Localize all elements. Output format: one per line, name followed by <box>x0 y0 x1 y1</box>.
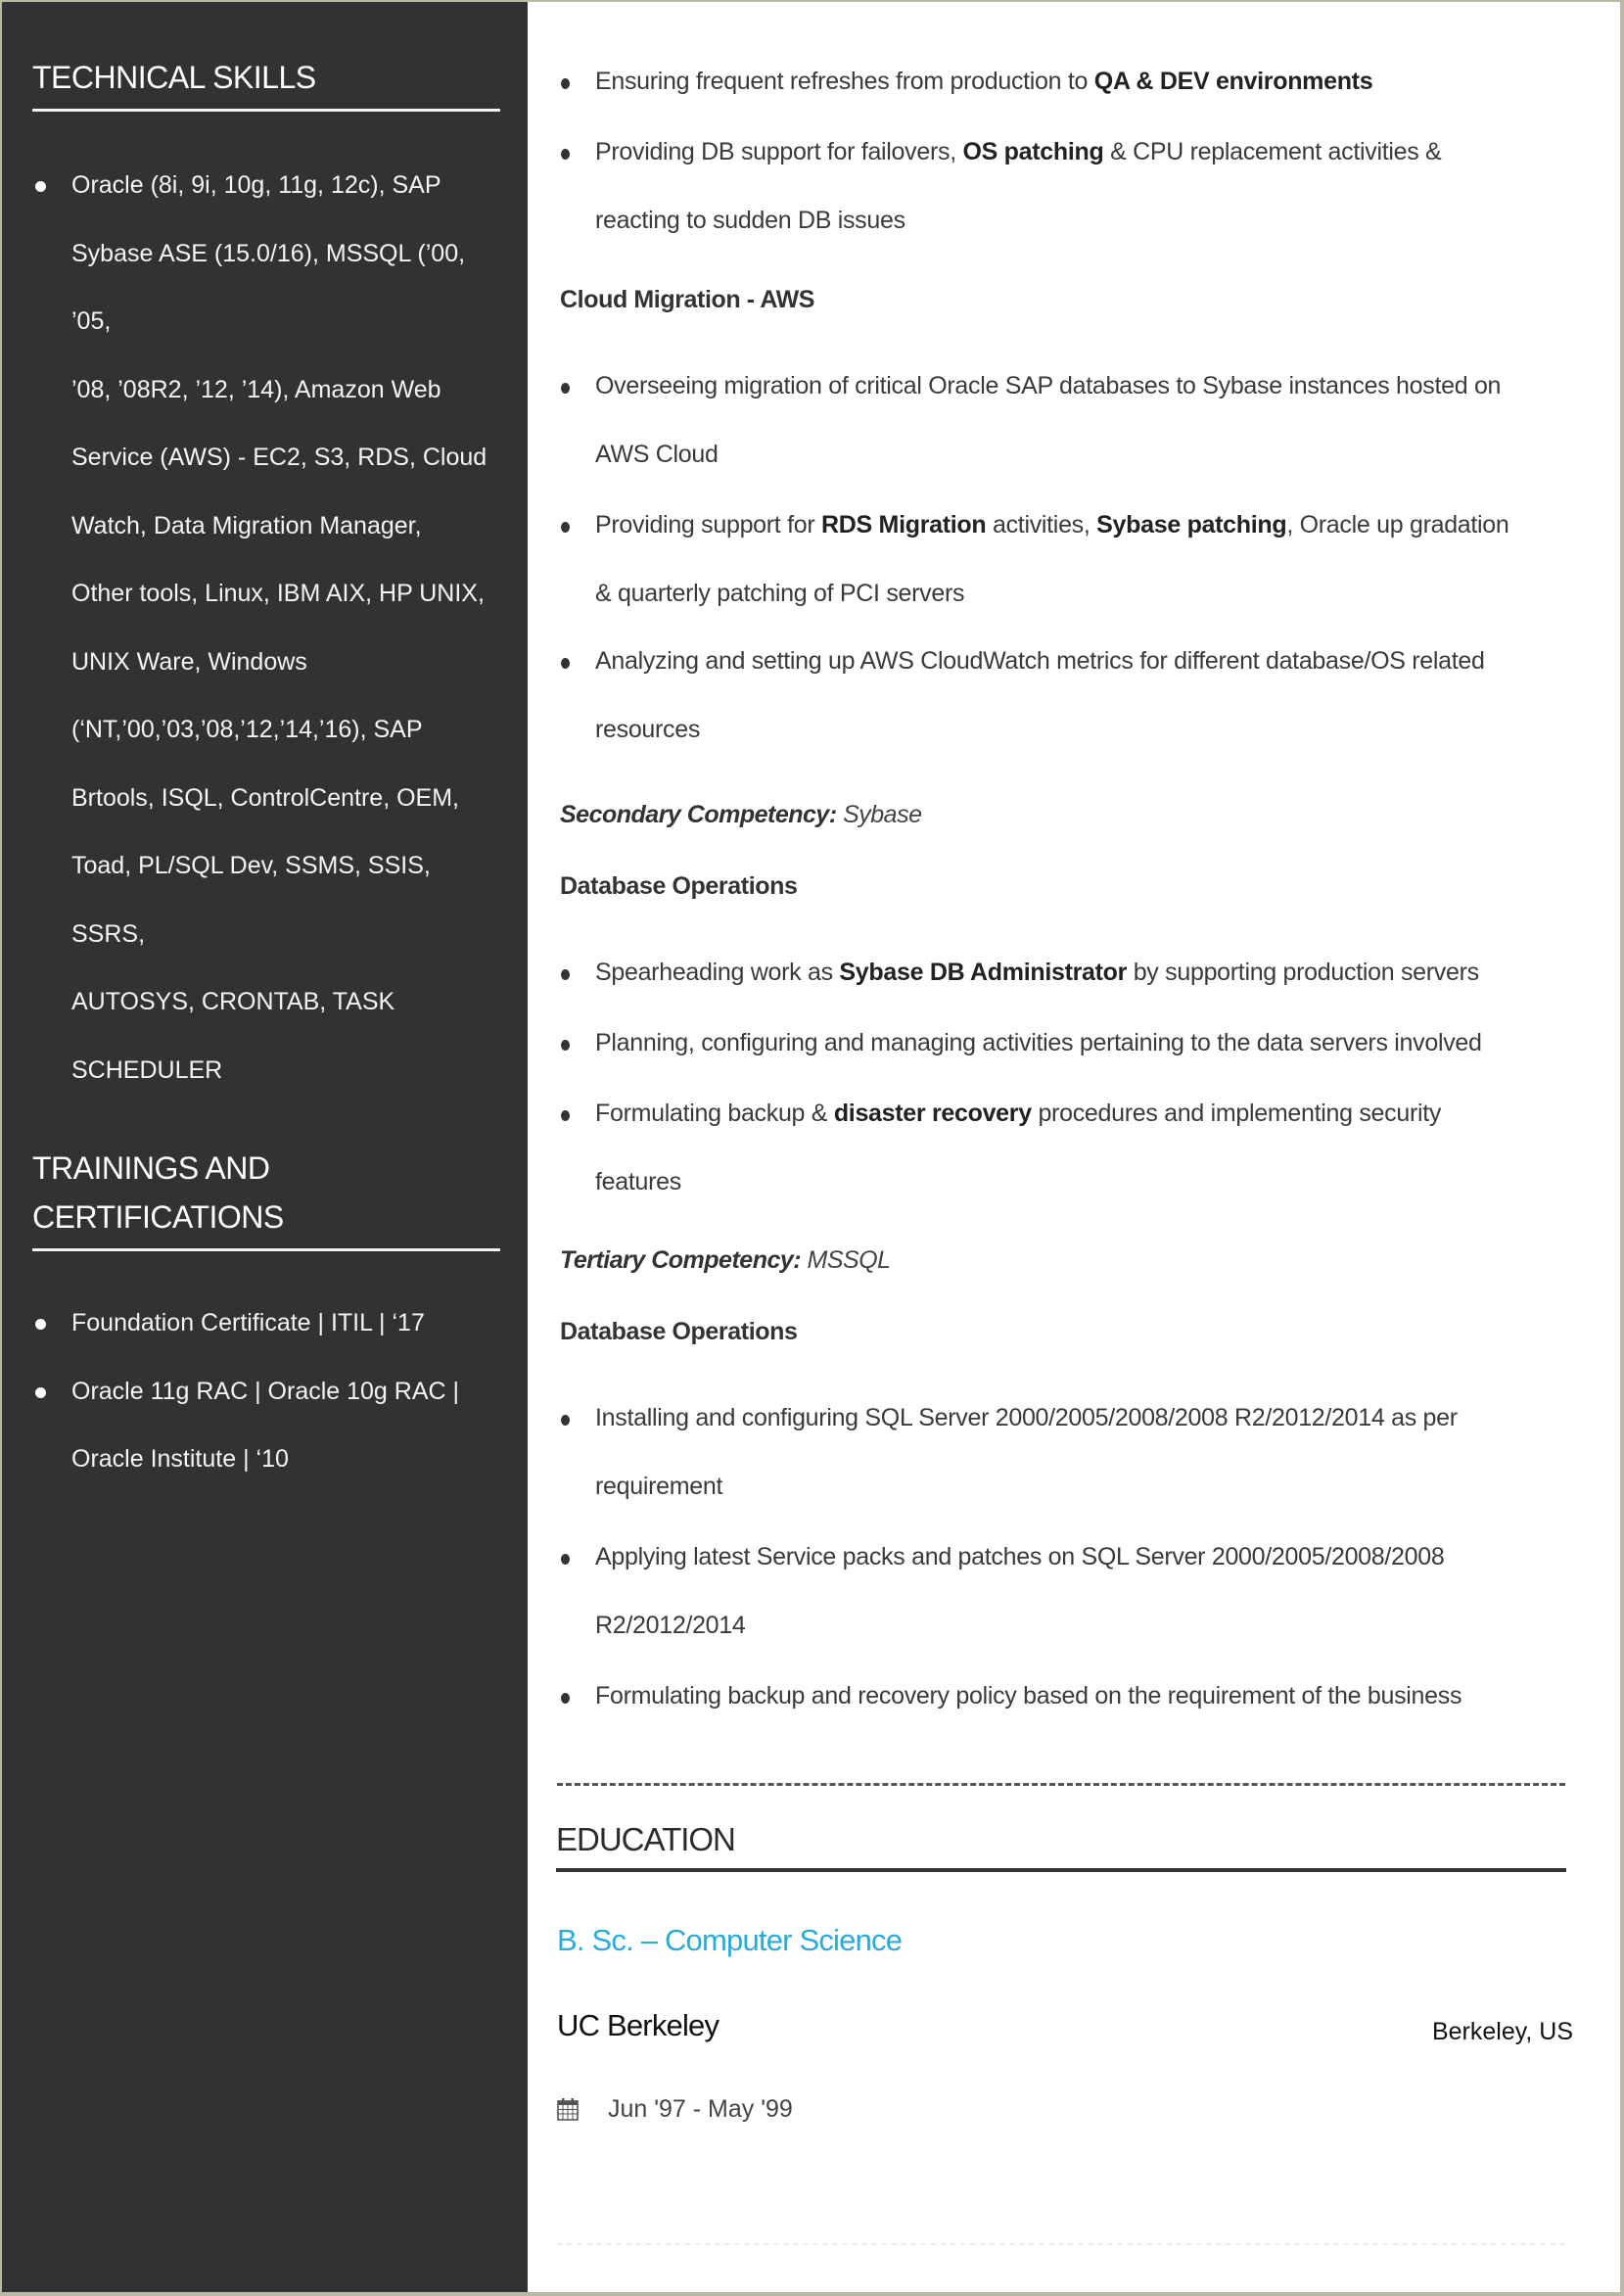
school-name: UC Berkeley <box>557 2008 719 2042</box>
text-span: Providing support for <box>595 511 822 539</box>
text-span: Spearheading work as <box>595 959 840 986</box>
bullet-icon <box>561 78 570 89</box>
text-span: Providing DB support for failovers, <box>595 138 963 165</box>
list-item: Applying latest Service packs and patche… <box>595 1523 1574 1660</box>
list-item: Spearheading work as Sybase DB Administr… <box>595 939 1574 1007</box>
list-item-line: Ensuring frequent refreshes from product… <box>595 48 1574 117</box>
list-item-line: Providing DB support for failovers, OS p… <box>595 118 1574 187</box>
database-operations-heading: Database Operations <box>560 872 798 900</box>
education-heading: EDUCATION <box>556 1821 736 1857</box>
list-item-line: Analyzing and setting up AWS CloudWatch … <box>595 628 1574 696</box>
list-item-line: Planning, configuring and managing activ… <box>595 1009 1574 1078</box>
education-divider <box>556 1868 1566 1872</box>
training-item: Foundation Certificate | ITIL | ‘17 <box>32 1289 498 1358</box>
calendar-icon <box>557 2098 579 2121</box>
list-item-line: Applying latest Service packs and patche… <box>595 1523 1574 1592</box>
text-span: Overseeing migration of critical Oracle … <box>595 372 1502 399</box>
section-separator <box>557 1783 1565 1786</box>
bullet-icon <box>561 969 570 980</box>
text-span: , Oracle up gradation <box>1286 511 1509 539</box>
database-operations-heading: Database Operations <box>560 1318 798 1345</box>
list-item: Formulating backup & disaster recovery p… <box>595 1080 1574 1216</box>
bullet-icon <box>35 1386 46 1398</box>
list-item: Analyzing and setting up AWS CloudWatch … <box>595 628 1574 764</box>
bullet-icon <box>35 181 46 192</box>
list-item-line: resources <box>595 715 701 743</box>
list-item: Ensuring frequent refreshes from product… <box>595 48 1574 117</box>
bullet-icon <box>561 149 570 160</box>
list-item-line: R2/2012/2014 <box>595 1611 746 1639</box>
technical-skills-heading: TECHNICAL SKILLS <box>32 60 316 95</box>
text-span: Planning, configuring and managing activ… <box>595 1029 1482 1056</box>
training-item: Oracle 11g RAC | Oracle 10g RAC | Oracle… <box>32 1358 498 1494</box>
emphasis-text: OS patching <box>962 138 1104 165</box>
education-dates: Jun '97 - May '99 <box>608 2095 793 2123</box>
text-span: procedures and implementing security <box>1031 1100 1442 1127</box>
cloud-migration-heading: Cloud Migration - AWS <box>560 286 815 313</box>
list-item: Providing DB support for failovers, OS p… <box>595 118 1574 255</box>
emphasis-text: disaster recovery <box>833 1100 1032 1127</box>
list-item-line: Installing and configuring SQL Server 20… <box>595 1384 1574 1453</box>
text-span: by supporting production servers <box>1127 959 1479 986</box>
trainings-list: Foundation Certificate | ITIL | ‘17 Orac… <box>32 1289 498 1494</box>
tertiary-competency: Tertiary Competency: MSSQL <box>560 1246 891 1275</box>
secondary-competency: Secondary Competency: Sybase <box>560 801 922 829</box>
text-span: Applying latest Service packs and patche… <box>595 1543 1445 1570</box>
competency-value: Sybase <box>843 801 922 828</box>
bullet-icon <box>561 1693 570 1704</box>
sidebar: TECHNICAL SKILLS Oracle (8i, 9i, 10g, 11… <box>2 2 528 2292</box>
list-item-line: Formulating backup and recovery policy b… <box>595 1663 1574 1731</box>
list-item-line: reacting to sudden DB issues <box>595 206 905 234</box>
list-item: Providing support for RDS Migration acti… <box>595 492 1574 628</box>
bullet-icon <box>561 1040 570 1051</box>
list-item: Installing and configuring SQL Server 20… <box>595 1384 1574 1521</box>
list-item: Formulating backup and recovery policy b… <box>595 1663 1574 1731</box>
list-item: Overseeing migration of critical Oracle … <box>595 352 1574 489</box>
degree-title: B. Sc. – Computer Science <box>557 1923 903 1957</box>
text-span: Formulating backup & <box>595 1100 834 1127</box>
bullet-icon <box>561 1110 570 1121</box>
competency-value: MSSQL <box>807 1246 892 1274</box>
list-item-line: requirement <box>595 1472 723 1500</box>
resume-page: TECHNICAL SKILLS Oracle (8i, 9i, 10g, 11… <box>2 2 1620 2292</box>
text-span: Ensuring frequent refreshes from product… <box>595 68 1094 95</box>
text-span: activities, <box>986 511 1097 539</box>
text-span: Formulating backup and recovery policy b… <box>595 1682 1462 1710</box>
emphasis-text: RDS Migration <box>821 511 987 539</box>
emphasis-text: Sybase patching <box>1096 511 1287 539</box>
text-span: Analyzing and setting up AWS CloudWatch … <box>595 647 1485 675</box>
technical-skills-list: Oracle (8i, 9i, 10g, 11g, 12c), SAP Syba… <box>32 152 498 1104</box>
trainings-heading: TRAININGS AND CERTIFICATIONS <box>32 1150 284 1235</box>
bullet-icon <box>561 1415 570 1426</box>
emphasis-text: QA & DEV environments <box>1093 68 1373 95</box>
school-location: Berkeley, US <box>1431 2018 1573 2045</box>
text-span: Installing and configuring SQL Server 20… <box>595 1404 1458 1431</box>
competency-label: Tertiary Competency: <box>560 1246 802 1274</box>
emphasis-text: Sybase DB Administrator <box>839 959 1128 986</box>
bullet-icon <box>561 383 570 394</box>
list-item: Planning, configuring and managing activ… <box>595 1009 1574 1078</box>
bullet-icon <box>561 522 570 533</box>
list-item-line: Overseeing migration of critical Oracle … <box>595 352 1574 421</box>
list-item-line: features <box>595 1167 681 1195</box>
bullet-icon <box>561 658 570 669</box>
list-item-line: Formulating backup & disaster recovery p… <box>595 1080 1574 1148</box>
list-item-line: & quarterly patching of PCI servers <box>595 579 965 607</box>
text-span: & CPU replacement activities & <box>1103 138 1442 165</box>
bullet-icon <box>561 1554 570 1565</box>
bullet-icon <box>35 1319 46 1330</box>
competency-label: Secondary Competency: <box>560 801 837 828</box>
skill-item: Oracle (8i, 9i, 10g, 11g, 12c), SAP Syba… <box>32 152 498 1104</box>
main-content: Ensuring frequent refreshes from product… <box>528 2 1620 2292</box>
section-separator <box>557 2243 1565 2245</box>
list-item-line: Providing support for RDS Migration acti… <box>595 492 1574 560</box>
list-item-line: AWS Cloud <box>595 440 719 468</box>
list-item-line: Spearheading work as Sybase DB Administr… <box>595 939 1574 1007</box>
